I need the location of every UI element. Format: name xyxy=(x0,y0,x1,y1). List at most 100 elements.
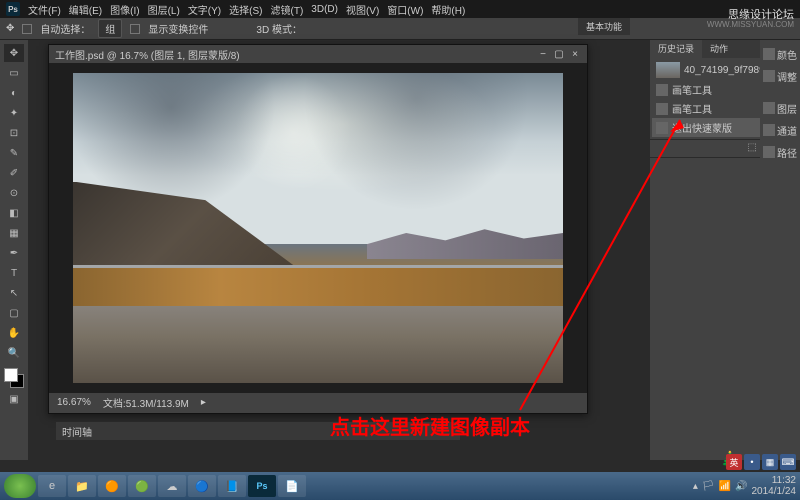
quickmask-tool[interactable]: ▣ xyxy=(4,390,24,408)
taskbar-app-icon[interactable]: 🟠 xyxy=(98,475,126,497)
taskbar-app-icon[interactable]: 📄 xyxy=(278,475,306,497)
color-swatch[interactable] xyxy=(4,368,24,388)
mode3d-label: 3D 模式： xyxy=(256,21,302,36)
image-content xyxy=(73,73,563,383)
panel-adjust[interactable]: 调整 xyxy=(762,66,798,86)
channels-icon xyxy=(763,124,775,136)
watermark-url: WWW.MISSYUAN.COM xyxy=(707,20,794,29)
tray-chevron-icon[interactable]: ▴ xyxy=(693,481,698,492)
annotation-text: 点击这里新建图像副本 xyxy=(330,411,530,440)
panel-layers[interactable]: 图层 xyxy=(762,98,798,118)
menu-view[interactable]: 视图(V) xyxy=(346,2,379,17)
menu-bar: Ps 文件(F) 编辑(E) 图像(I) 图层(L) 文字(Y) 选择(S) 滤… xyxy=(0,0,800,18)
menu-image[interactable]: 图像(I) xyxy=(110,2,139,17)
move-tool-icon: ✥ xyxy=(6,23,14,34)
tray-clock[interactable]: 11:32 2014/1/24 xyxy=(752,475,797,497)
menu-file[interactable]: 文件(F) xyxy=(28,2,61,17)
adjust-icon xyxy=(763,70,775,82)
start-button[interactable] xyxy=(4,474,36,498)
taskbar-ie-icon[interactable]: e xyxy=(38,475,66,497)
brush-tool[interactable]: ✐ xyxy=(4,164,24,182)
history-step-label: 退出快速蒙版 xyxy=(672,120,732,135)
zoom-tool[interactable]: 🔍 xyxy=(4,344,24,362)
move-tool[interactable]: ✥ xyxy=(4,44,24,62)
tray-volume-icon[interactable]: 🔊 xyxy=(735,481,747,492)
system-tray: ▴ 🏳 📶 🔊 11:32 2014/1/24 xyxy=(693,475,796,497)
history-thumb-icon xyxy=(656,62,680,78)
shape-tool[interactable]: ▢ xyxy=(4,304,24,322)
show-transform-label: 显示变换控件 xyxy=(148,21,208,36)
workspace-switcher[interactable]: 基本功能 xyxy=(578,18,630,35)
menu-edit[interactable]: 编辑(E) xyxy=(69,2,102,17)
brush-icon xyxy=(656,103,668,115)
taskbar-app-icon[interactable]: 📘 xyxy=(218,475,246,497)
layers-icon xyxy=(763,102,775,114)
close-icon[interactable]: × xyxy=(569,48,581,60)
taskbar-ps-icon[interactable]: Ps xyxy=(248,475,276,497)
panel-paths[interactable]: 路径 xyxy=(762,142,798,162)
taskbar-explorer-icon[interactable]: 📁 xyxy=(68,475,96,497)
gradient-tool[interactable]: ▦ xyxy=(4,224,24,242)
panel-label: 图层 xyxy=(777,101,797,116)
wand-tool[interactable]: ✦ xyxy=(4,104,24,122)
menu-window[interactable]: 窗口(W) xyxy=(387,2,423,17)
panel-label: 通道 xyxy=(777,123,797,138)
panel-color[interactable]: 颜色 xyxy=(762,44,798,64)
auto-select-dropdown[interactable]: 组 xyxy=(98,19,122,38)
tray-flag-icon[interactable]: 🏳 xyxy=(702,481,715,492)
crop-tool[interactable]: ⊡ xyxy=(4,124,24,142)
timeline-label: 时间轴 xyxy=(62,424,92,439)
tab-history[interactable]: 历史记录 xyxy=(650,40,702,58)
panel-label: 颜色 xyxy=(777,47,797,62)
pen-tool[interactable]: ✒ xyxy=(4,244,24,262)
tray-network-icon[interactable]: 📶 xyxy=(719,481,731,492)
paths-icon xyxy=(763,146,775,158)
lang-button[interactable]: ⌨ xyxy=(780,454,796,470)
auto-select-label: 自动选择： xyxy=(40,21,90,36)
history-step-label: 画笔工具 xyxy=(672,82,712,97)
marquee-tool[interactable]: ▭ xyxy=(4,64,24,82)
menu-help[interactable]: 帮助(H) xyxy=(431,2,465,17)
lang-button[interactable]: 英 xyxy=(726,454,742,470)
taskbar-app-icon[interactable]: ☁ xyxy=(158,475,186,497)
show-transform-checkbox[interactable] xyxy=(130,24,140,34)
lasso-tool[interactable]: ◐ xyxy=(4,84,24,102)
menu-select[interactable]: 选择(S) xyxy=(229,2,262,17)
color-icon xyxy=(763,48,775,60)
doc-size: 文档:51.3M/113.9M xyxy=(103,395,189,410)
brush-icon xyxy=(656,84,668,96)
menu-type[interactable]: 文字(Y) xyxy=(188,2,221,17)
maximize-icon[interactable]: ▢ xyxy=(553,48,565,60)
stamp-tool[interactable]: ⊙ xyxy=(4,184,24,202)
path-tool[interactable]: ↖ xyxy=(4,284,24,302)
taskbar-app-icon[interactable]: 🔵 xyxy=(188,475,216,497)
text-tool[interactable]: T xyxy=(4,264,24,282)
hand-tool[interactable]: ✋ xyxy=(4,324,24,342)
history-step-label: 画笔工具 xyxy=(672,101,712,116)
collapsed-panel-dock: 颜色 调整 图层 通道 路径 xyxy=(760,40,800,166)
tab-actions[interactable]: 动作 xyxy=(702,40,736,58)
document-title: 工作图.psd @ 16.7% (图层 1, 图层蒙版/8) xyxy=(55,47,240,62)
language-bar: 英 • ▦ ⌨ xyxy=(726,454,796,470)
tools-panel: ✥ ▭ ◐ ✦ ⊡ ✎ ✐ ⊙ ◧ ▦ ✒ T ↖ ▢ ✋ 🔍 ▣ xyxy=(0,40,28,460)
document-area: 工作图.psd @ 16.7% (图层 1, 图层蒙版/8) − ▢ × 16.… xyxy=(28,40,650,460)
zoom-level[interactable]: 16.67% xyxy=(57,397,91,408)
canvas[interactable] xyxy=(49,63,587,393)
eyedropper-tool[interactable]: ✎ xyxy=(4,144,24,162)
auto-select-checkbox[interactable] xyxy=(22,24,32,34)
panel-label: 路径 xyxy=(777,145,797,160)
panel-channels[interactable]: 通道 xyxy=(762,120,798,140)
menu-layer[interactable]: 图层(L) xyxy=(148,2,180,17)
lang-button[interactable]: • xyxy=(744,454,760,470)
tray-date: 2014/1/24 xyxy=(752,486,797,497)
lang-button[interactable]: ▦ xyxy=(762,454,778,470)
menu-filter[interactable]: 滤镜(T) xyxy=(271,2,304,17)
panel-label: 调整 xyxy=(777,69,797,84)
snapshot-icon[interactable]: ⬚ xyxy=(747,142,756,155)
document-titlebar[interactable]: 工作图.psd @ 16.7% (图层 1, 图层蒙版/8) − ▢ × xyxy=(49,45,587,63)
minimize-icon[interactable]: − xyxy=(537,48,549,60)
taskbar-app-icon[interactable]: 🟢 xyxy=(128,475,156,497)
status-chevron-icon[interactable]: ▸ xyxy=(201,397,206,408)
menu-3d[interactable]: 3D(D) xyxy=(311,4,338,15)
eraser-tool[interactable]: ◧ xyxy=(4,204,24,222)
